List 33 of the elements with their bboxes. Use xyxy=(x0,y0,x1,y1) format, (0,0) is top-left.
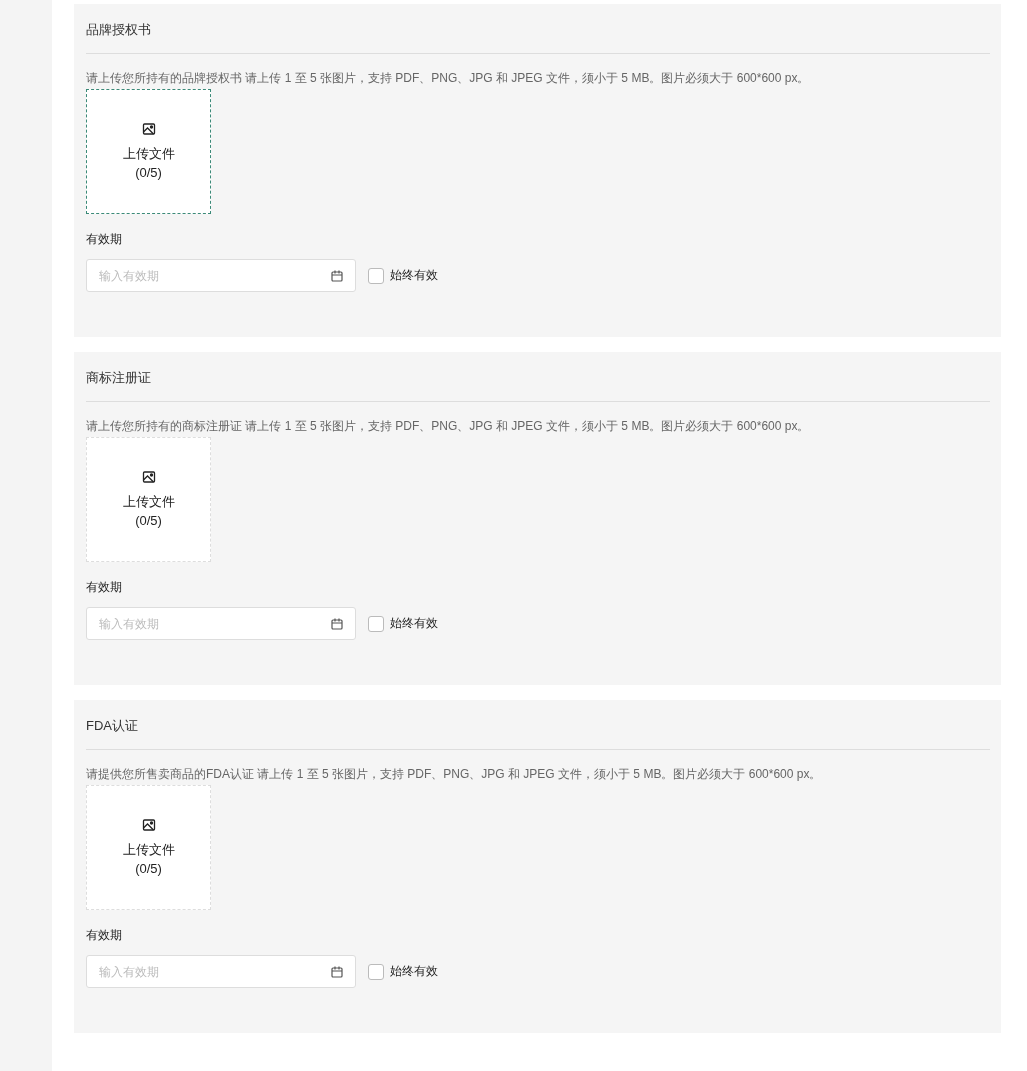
upload-instructions: 请提供您所售卖商品的FDA认证 请上传 1 至 5 张图片，支持 PDF、PNG、JPG 和 JPEG 文件，须小于 5 MB。图片必须大于 600*600 px。 xyxy=(86,766,823,782)
checkbox-label: 始终有效 xyxy=(390,267,438,284)
section-title: 商标注册证 xyxy=(86,369,152,387)
checkbox-label: 始终有效 xyxy=(390,615,438,632)
upload-label: 上传文件 xyxy=(122,144,175,163)
checkbox[interactable] xyxy=(368,615,384,632)
image-icon xyxy=(141,121,156,136)
upload-instructions: 请上传您所持有的商标注册证 请上传 1 至 5 张图片，支持 PDF、PNG、JPG 和 JPEG 文件，须小于 5 MB。图片必须大于 600*600 px。 xyxy=(86,418,811,434)
checkbox[interactable] xyxy=(368,963,384,980)
upload-instructions: 请上传您所持有的品牌授权书 请上传 1 至 5 张图片，支持 PDF、PNG、JPG 和 JPEG 文件，须小于 5 MB。图片必须大于 600*600 px。 xyxy=(86,70,811,86)
section-title: FDA认证 xyxy=(86,717,139,735)
upload-area[interactable]: 上传文件 (0/5) xyxy=(86,89,211,214)
date-field[interactable]: 输入有效期 xyxy=(86,259,356,292)
calendar-icon xyxy=(330,617,344,631)
upload-area[interactable]: 上传文件 (0/5) xyxy=(86,785,211,910)
date-field[interactable]: 输入有效期 xyxy=(86,955,356,988)
field-label: 有效期 xyxy=(86,231,123,247)
image-icon xyxy=(141,469,156,484)
upload-count: (0/5) xyxy=(135,163,162,182)
field-label: 有效期 xyxy=(86,579,123,595)
upload-count: (0/5) xyxy=(135,511,162,530)
checkbox-label: 始终有效 xyxy=(390,963,438,980)
calendar-icon xyxy=(330,269,344,283)
upload-area[interactable]: 上传文件 (0/5) xyxy=(86,437,211,562)
upload-label: 上传文件 xyxy=(122,492,175,511)
section-title: 品牌授权书 xyxy=(86,21,152,39)
checkbox[interactable] xyxy=(368,267,384,284)
date-field[interactable]: 输入有效期 xyxy=(86,607,356,640)
upload-count: (0/5) xyxy=(135,859,162,878)
calendar-icon xyxy=(330,965,344,979)
image-icon xyxy=(141,817,156,832)
upload-label: 上传文件 xyxy=(122,840,175,859)
field-label: 有效期 xyxy=(86,927,123,943)
